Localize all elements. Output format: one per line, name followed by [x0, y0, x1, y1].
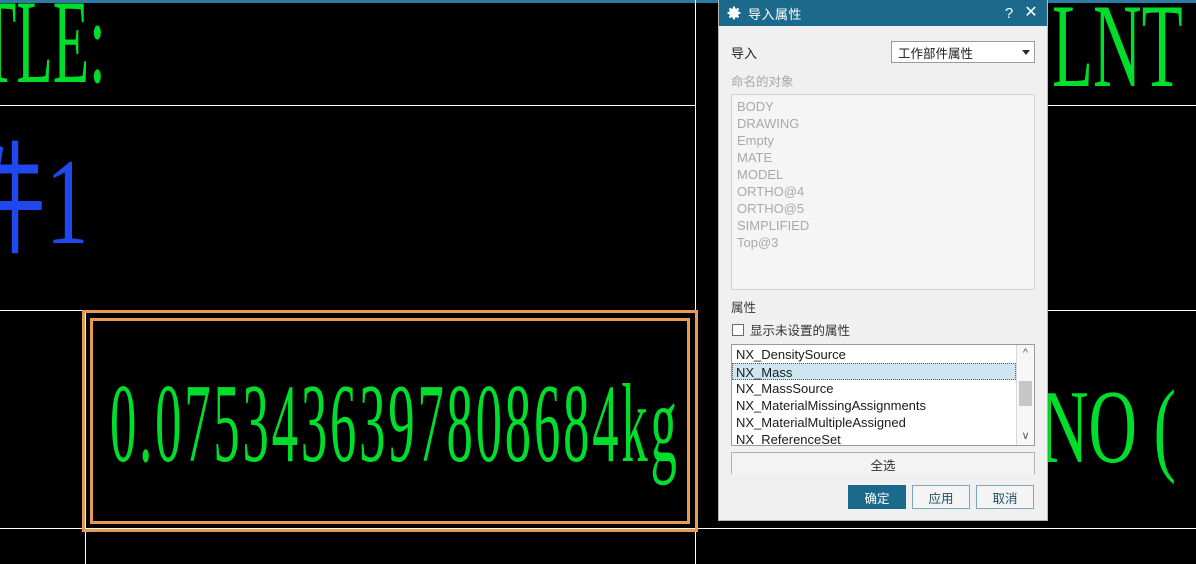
selection-highlight-inner [90, 318, 690, 524]
close-icon[interactable]: ✕ [1021, 5, 1041, 21]
import-source-value: 工作部件属性 [898, 46, 974, 61]
cad-right-top-label: LNT [1052, 0, 1183, 113]
import-attributes-dialog[interactable]: 导入属性 ? ✕ 导入 工作部件属性 命名的对象 BODY DRAWING Em… [718, 0, 1048, 521]
attribute-row-selected[interactable]: NX_Mass [732, 363, 1016, 380]
attribute-row[interactable]: NX_DensitySource [732, 346, 1016, 363]
dialog-title: 导入属性 [748, 6, 803, 22]
list-item[interactable]: BODY [737, 98, 1034, 115]
dialog-body: 导入 工作部件属性 命名的对象 BODY DRAWING Empty MATE … [719, 26, 1047, 476]
cad-right-bottom-label: NO ( [1040, 367, 1177, 486]
cad-part-name: 件1 [0, 133, 89, 270]
list-item[interactable]: ORTHO@5 [737, 200, 1034, 217]
list-item[interactable]: MATE [737, 149, 1034, 166]
cancel-button[interactable]: 取消 [976, 485, 1034, 509]
dialog-footer: 确定 应用 取消 [719, 474, 1047, 520]
help-icon[interactable]: ? [999, 6, 1019, 21]
list-item[interactable]: Top@3 [737, 234, 1034, 251]
import-row: 导入 工作部件属性 [731, 37, 1035, 67]
import-source-select[interactable]: 工作部件属性 [891, 41, 1035, 63]
attribute-row[interactable]: NX_ReferenceSet [732, 431, 1016, 445]
attributes-scrollbar[interactable]: ^ ∨ [1016, 345, 1034, 445]
attributes-label: 属性 [731, 301, 757, 315]
list-item[interactable]: DRAWING [737, 115, 1034, 132]
list-item[interactable]: SIMPLIFIED [737, 217, 1034, 234]
scroll-down-icon[interactable]: ∨ [1017, 428, 1034, 445]
cad-title-label: TLE: [0, 0, 106, 109]
chevron-down-icon [1022, 49, 1030, 55]
named-objects-list[interactable]: BODY DRAWING Empty MATE MODEL ORTHO@4 OR… [731, 94, 1035, 290]
attribute-row[interactable]: NX_MassSource [732, 380, 1016, 397]
dialog-titlebar[interactable]: 导入属性 ? ✕ [719, 0, 1047, 26]
attributes-listbox[interactable]: NX_DensitySource NX_Mass NX_MassSource N… [731, 344, 1035, 446]
drawing-frame-line-right-middle [1048, 310, 1196, 311]
import-label: 导入 [731, 45, 758, 61]
scrollbar-thumb[interactable] [1019, 381, 1032, 406]
attribute-row[interactable]: NX_MaterialMissingAssignments [732, 397, 1016, 414]
apply-button[interactable]: 应用 [912, 485, 970, 509]
attribute-row[interactable]: NX_MaterialMultipleAssigned [732, 414, 1016, 431]
list-item[interactable]: Empty [737, 132, 1034, 149]
show-unset-attributes-label: 显示未设置的属性 [750, 324, 851, 338]
ok-button[interactable]: 确定 [848, 485, 906, 509]
checkbox-icon[interactable] [732, 323, 744, 336]
attributes-list[interactable]: NX_DensitySource NX_Mass NX_MassSource N… [732, 345, 1016, 445]
named-objects-label: 命名的对象 [731, 75, 794, 89]
gear-icon [727, 6, 741, 20]
select-all-button[interactable]: 全选 [731, 452, 1035, 476]
show-unset-attributes-checkbox[interactable]: 显示未设置的属性 [732, 320, 1035, 339]
list-item[interactable]: ORTHO@4 [737, 183, 1034, 200]
list-item[interactable]: MODEL [737, 166, 1034, 183]
scroll-up-icon[interactable]: ^ [1017, 345, 1034, 362]
